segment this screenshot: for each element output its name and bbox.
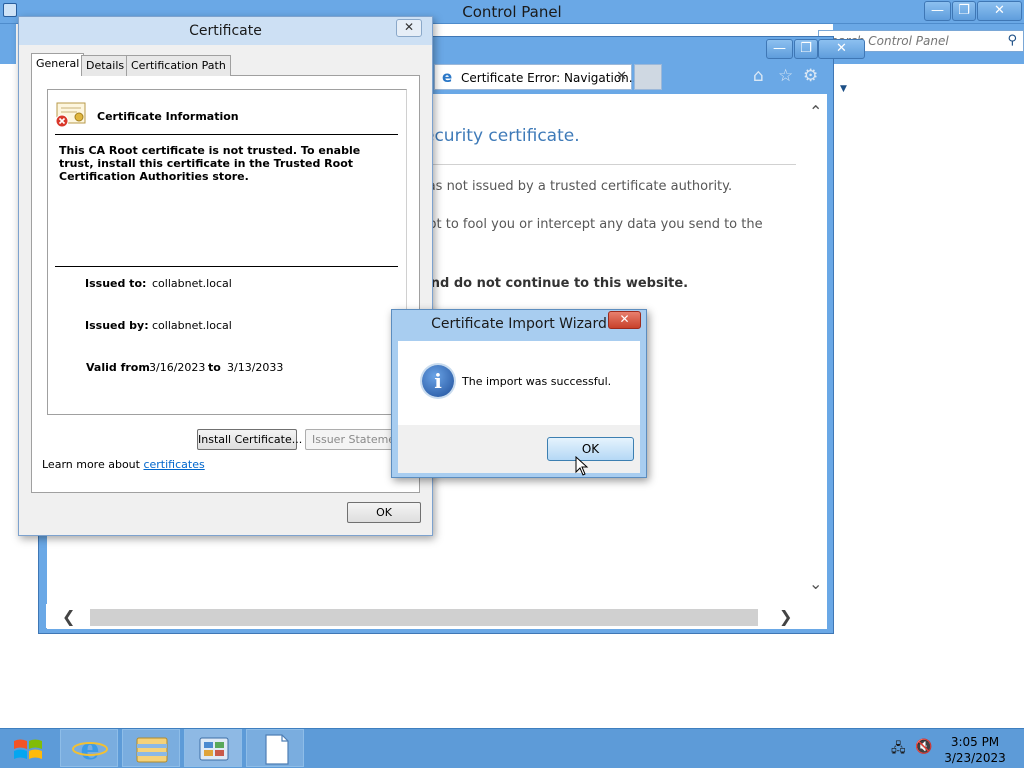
taskbar-control-panel[interactable] <box>184 729 242 767</box>
divider <box>55 266 398 267</box>
windows-start-icon[interactable] <box>12 736 44 764</box>
ie-close-button[interactable]: ✕ <box>818 39 865 59</box>
close-icon[interactable]: ✕ <box>616 69 627 84</box>
import-wizard-close-button[interactable]: ✕ <box>608 311 641 329</box>
clock-time: 3:05 PM <box>950 735 1000 749</box>
taskbar-file-explorer[interactable] <box>122 729 180 767</box>
valid-to-label: to <box>208 361 221 374</box>
tab-details[interactable]: Details <box>81 55 130 76</box>
home-icon[interactable]: ⌂ <box>753 66 764 86</box>
certificates-link[interactable]: certificates <box>143 458 204 471</box>
chevron-down-icon[interactable]: ⌄ <box>809 574 822 593</box>
horizontal-scrollbar-thumb[interactable] <box>90 609 758 626</box>
clock-date: 3/23/2023 <box>944 751 1006 765</box>
certificate-titlebar: Certificate ✕ <box>19 17 432 45</box>
control-panel-maximize-button[interactable]: ❐ <box>952 1 976 21</box>
chevron-down-icon[interactable]: ▼ <box>840 84 847 94</box>
taskbar-internet-explorer[interactable]: e <box>60 729 118 767</box>
learn-more-text: Learn more about certificates <box>42 458 205 471</box>
chevron-right-icon[interactable]: ❯ <box>779 607 792 626</box>
issuer-statement-button[interactable]: Issuer Statement <box>305 429 405 450</box>
folder-icon <box>136 737 168 763</box>
certificate-dialog-title: Certificate <box>189 23 262 39</box>
ie-tab-title: Certificate Error: Navigation... <box>461 71 641 85</box>
certificate-trust-warning: This CA Root certificate is not trusted.… <box>59 144 361 183</box>
chevron-up-icon[interactable]: ⌃ <box>809 102 822 121</box>
ie-new-tab-button[interactable] <box>634 64 662 90</box>
import-success-message: The import was successful. <box>462 375 612 388</box>
ie-minimize-button[interactable]: — <box>766 39 793 59</box>
certificate-warning-icon <box>55 102 86 128</box>
ie-maximize-button[interactable]: ❐ <box>794 39 818 59</box>
certificate-import-wizard-dialog: Certificate Import Wizard ✕ i The import… <box>391 309 647 478</box>
issued-to-value: collabnet.local <box>152 277 232 290</box>
issued-to-label: Issued to: <box>85 277 147 290</box>
search-icon[interactable]: ⚲ <box>1007 33 1017 48</box>
svg-text:e: e <box>80 732 99 767</box>
control-panel-close-button[interactable]: ✕ <box>977 1 1022 21</box>
valid-from-value: 3/16/2023 <box>149 361 206 374</box>
valid-from-label: Valid from <box>86 361 150 374</box>
divider <box>55 134 398 135</box>
learn-more-prefix: Learn more about <box>42 458 140 471</box>
network-icon[interactable]: 🖧 <box>891 739 906 761</box>
star-icon[interactable]: ☆ <box>778 66 793 86</box>
ie-logo-icon: e <box>442 68 453 86</box>
mouse-cursor-icon <box>575 456 589 476</box>
tab-general[interactable]: General <box>31 53 85 76</box>
certificate-info-title: Certificate Information <box>97 110 239 123</box>
page-heading-fragment: ecurity certificate. <box>432 126 580 146</box>
valid-to-value: 3/13/2033 <box>227 361 284 374</box>
tab-certification-path[interactable]: Certification Path <box>126 55 231 76</box>
divider <box>432 164 796 165</box>
install-certificate-button[interactable]: Install Certificate... <box>197 429 302 450</box>
control-panel-minimize-button[interactable]: — <box>924 1 951 21</box>
ie-tab-certificate-error[interactable]: e Certificate Error: Navigation... ✕ <box>434 64 640 90</box>
volume-muted-icon[interactable]: 🔇 <box>915 739 932 755</box>
gear-icon[interactable]: ⚙ <box>803 66 818 86</box>
certificate-close-button[interactable]: ✕ <box>396 19 422 37</box>
page-bold-recommendation: and do not continue to this website. <box>432 276 689 291</box>
page-text-line: vas not issued by a trusted certificate … <box>432 179 733 194</box>
chevron-left-icon[interactable]: ❮ <box>62 607 75 626</box>
import-wizard-ok-button[interactable]: OK <box>547 437 634 461</box>
certificate-ok-button[interactable]: OK <box>347 502 421 523</box>
taskbar-notepad[interactable] <box>246 729 304 767</box>
control-panel-icon <box>199 737 229 761</box>
system-clock[interactable]: 3:05 PM 3/23/2023 <box>944 734 1006 766</box>
info-icon: i <box>422 365 454 397</box>
vertical-scrollbar[interactable] <box>807 94 827 604</box>
issued-by-label: Issued by: <box>85 319 149 332</box>
issued-by-value: collabnet.local <box>152 319 232 332</box>
control-panel-frame-left <box>0 24 16 64</box>
certificate-dialog: Certificate ✕ General Details Certificat… <box>18 16 433 536</box>
document-icon <box>265 734 289 765</box>
page-text-line: npt to fool you or intercept any data yo… <box>432 217 763 232</box>
internet-explorer-icon: e <box>72 732 108 767</box>
